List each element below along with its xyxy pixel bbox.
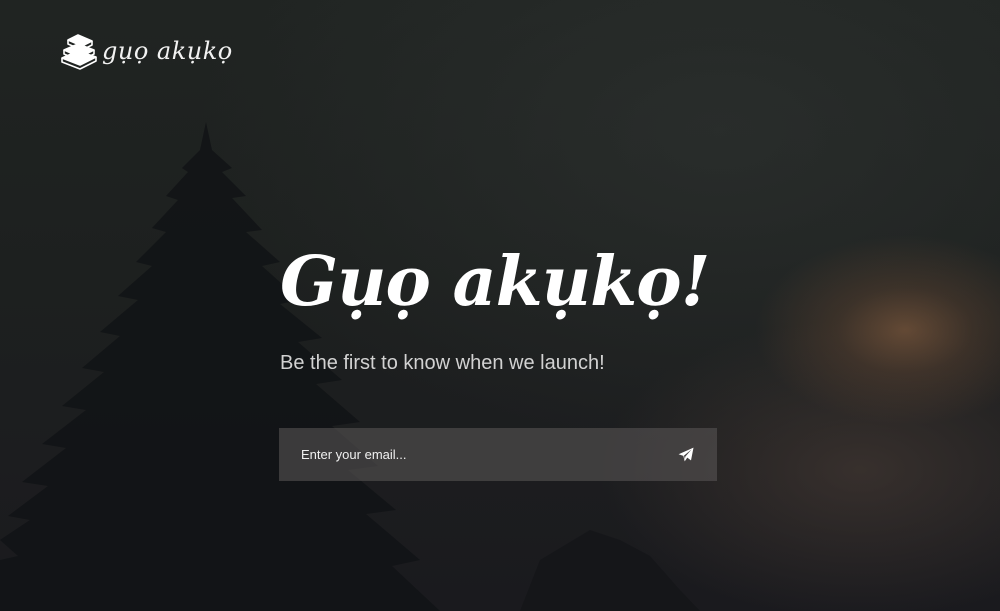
logo-wordmark: gụọ akụkọ [102, 37, 233, 65]
brand-logo[interactable]: gụọ akụkọ [58, 30, 233, 72]
page-title: Gụọ akụkọ! [280, 242, 710, 322]
submit-button[interactable] [673, 442, 699, 468]
paper-plane-icon [678, 447, 694, 462]
books-stack-icon [61, 34, 97, 70]
email-input[interactable] [279, 428, 659, 481]
subscribe-form [279, 428, 717, 481]
tagline: Be the first to know when we launch! [280, 352, 605, 374]
